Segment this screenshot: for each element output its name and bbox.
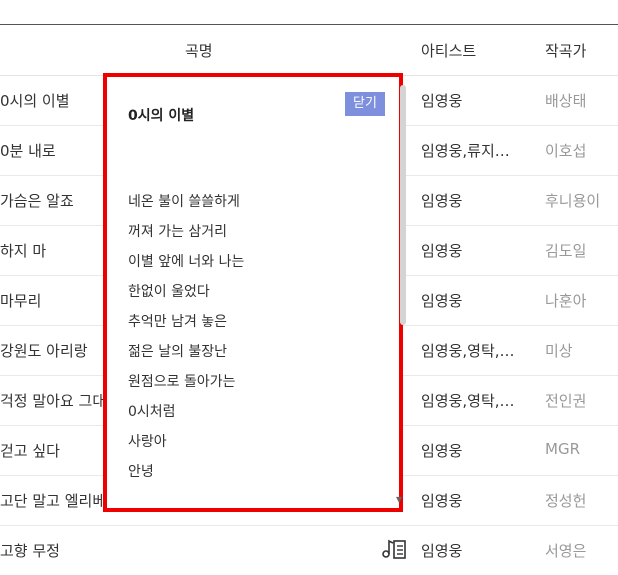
song-composer: MGR: [545, 440, 580, 458]
song-composer: 후니용이: [545, 192, 601, 210]
column-header-title[interactable]: 곡명: [185, 40, 213, 61]
close-button[interactable]: 닫기: [345, 92, 385, 116]
popup-song-title: 0시의 이별: [128, 108, 195, 124]
song-title[interactable]: 걱정 말아요 그대: [0, 390, 110, 411]
song-title[interactable]: 고향 무정: [0, 540, 110, 561]
lyrics-body: 네온 불이 쓸쓸하게 꺼져 가는 삼거리 이별 앞에 너와 나는 한없이 울었다…: [128, 192, 244, 492]
lyric-line: 꺼져 가는 삼거리: [128, 224, 228, 240]
song-artist[interactable]: 임영웅,영탁,…: [421, 340, 515, 361]
song-artist[interactable]: 임영웅: [421, 440, 462, 461]
column-header-artist[interactable]: 아티스트: [421, 40, 476, 61]
lyric-line: 0시처럼: [128, 404, 176, 420]
song-composer: 서영은: [545, 542, 587, 560]
table-row[interactable]: 고향 무정 임영웅 서영은: [0, 525, 618, 575]
song-title[interactable]: 하지 마: [0, 240, 110, 261]
column-header-composer[interactable]: 작곡가: [545, 40, 586, 61]
lyrics-popup: 0시의 이별 닫기 네온 불이 쓸쓸하게 꺼져 가는 삼거리 이별 앞에 너와 …: [103, 73, 406, 512]
song-composer: 배상태: [545, 92, 587, 110]
song-artist[interactable]: 임영웅,영탁,…: [421, 390, 515, 411]
lyric-line: 추억만 남겨 놓은: [128, 314, 228, 330]
song-composer: 나훈아: [545, 292, 587, 310]
song-artist[interactable]: 임영웅: [421, 540, 462, 561]
song-title[interactable]: 강원도 아리랑: [0, 340, 110, 361]
lyric-line: 원점으로 돌아가는: [128, 374, 236, 390]
song-title[interactable]: 마무리: [0, 290, 110, 311]
lyric-line: 이별 앞에 너와 나는: [128, 254, 245, 270]
lyric-line: 사랑아: [128, 434, 167, 450]
song-title[interactable]: 가슴은 알죠: [0, 190, 110, 211]
lyric-line: 젊은 날의 불장난: [128, 344, 228, 360]
song-title[interactable]: 걷고 싶다: [0, 440, 110, 461]
song-artist[interactable]: 임영웅: [421, 490, 462, 511]
table-header: 곡명 아티스트 작곡가: [0, 25, 618, 76]
song-artist[interactable]: 임영웅,류지…: [421, 140, 510, 161]
song-title[interactable]: 0시의 이별: [0, 90, 110, 111]
song-title[interactable]: 0분 내로: [0, 140, 110, 161]
song-composer: 정성헌: [545, 492, 587, 510]
song-composer: 전인권: [545, 392, 587, 410]
music-lyrics-icon[interactable]: [381, 538, 407, 560]
lyric-line: 네온 불이 쓸쓸하게: [128, 194, 240, 210]
song-composer: 미상: [545, 342, 573, 360]
song-artist[interactable]: 임영웅: [421, 290, 462, 311]
song-artist[interactable]: 임영웅: [421, 190, 462, 211]
lyric-line: 안녕: [128, 464, 154, 480]
song-composer: 김도일: [545, 242, 587, 260]
song-composer: 이호섭: [545, 142, 587, 160]
song-artist[interactable]: 임영웅: [421, 90, 462, 111]
song-artist[interactable]: 임영웅: [421, 240, 462, 261]
popup-scrollbar[interactable]: [400, 85, 406, 325]
scroll-down-arrow-icon[interactable]: ▼: [396, 495, 402, 504]
lyric-line: 한없이 울었다: [128, 284, 210, 300]
song-title[interactable]: 고단 말고 엘리베이터: [0, 490, 110, 511]
